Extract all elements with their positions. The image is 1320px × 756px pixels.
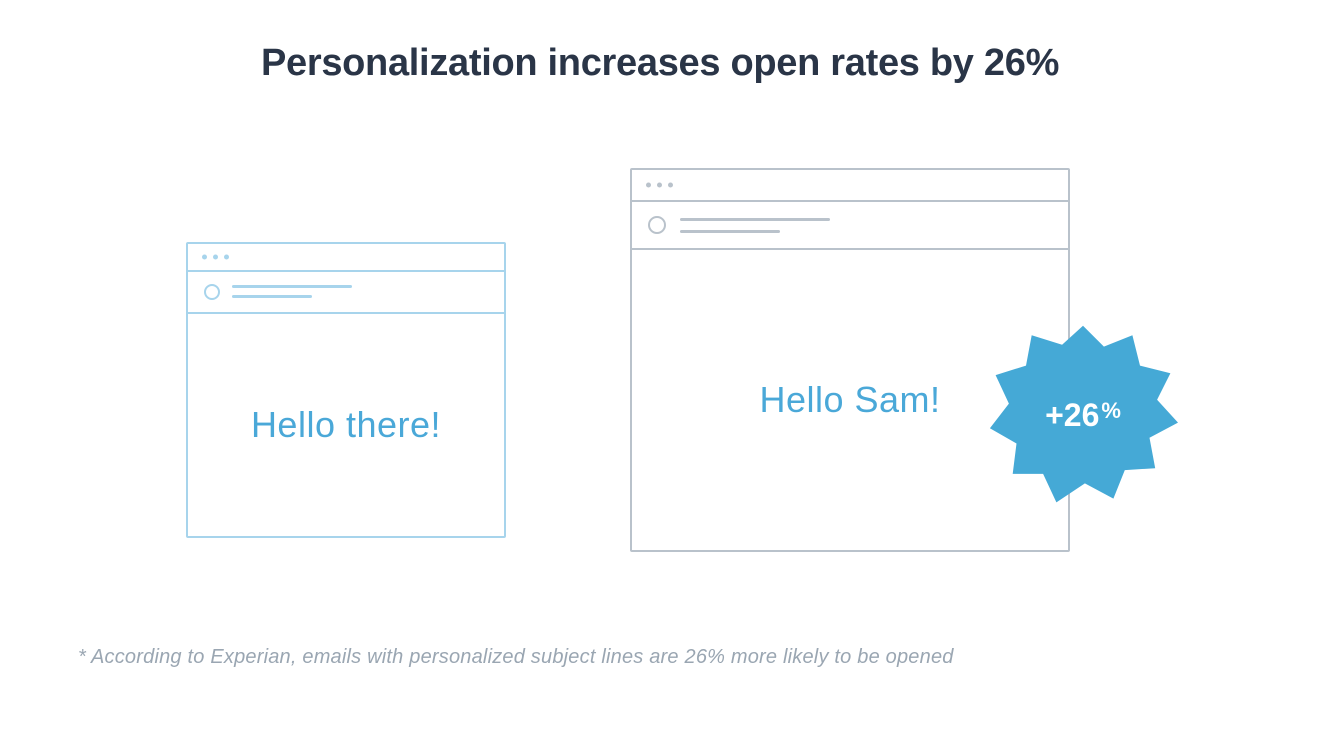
window-tabbar (632, 170, 1068, 202)
address-circle-icon (204, 284, 220, 300)
lift-percent: % (1101, 398, 1121, 424)
window-tabbar (188, 244, 504, 272)
window-generic: Hello there! (186, 242, 506, 538)
window-addressbar (632, 202, 1068, 250)
lift-value: +26 (1045, 397, 1099, 434)
address-line-icon (232, 295, 312, 298)
address-circle-icon (648, 216, 666, 234)
window-body: Hello there! (188, 314, 504, 536)
window-dots-icon (646, 183, 673, 188)
greeting-generic: Hello there! (251, 404, 441, 446)
greeting-personalized: Hello Sam! (759, 379, 940, 421)
footnote: * According to Experian, emails with per… (78, 646, 954, 669)
lift-badge: +26% (988, 320, 1178, 510)
address-line-icon (232, 285, 352, 288)
address-line-icon (680, 218, 830, 221)
window-dots-icon (202, 255, 229, 260)
window-addressbar (188, 272, 504, 314)
address-line-icon (680, 230, 780, 233)
lift-badge-text: +26% (988, 320, 1178, 510)
headline: Personalization increases open rates by … (261, 42, 1059, 85)
